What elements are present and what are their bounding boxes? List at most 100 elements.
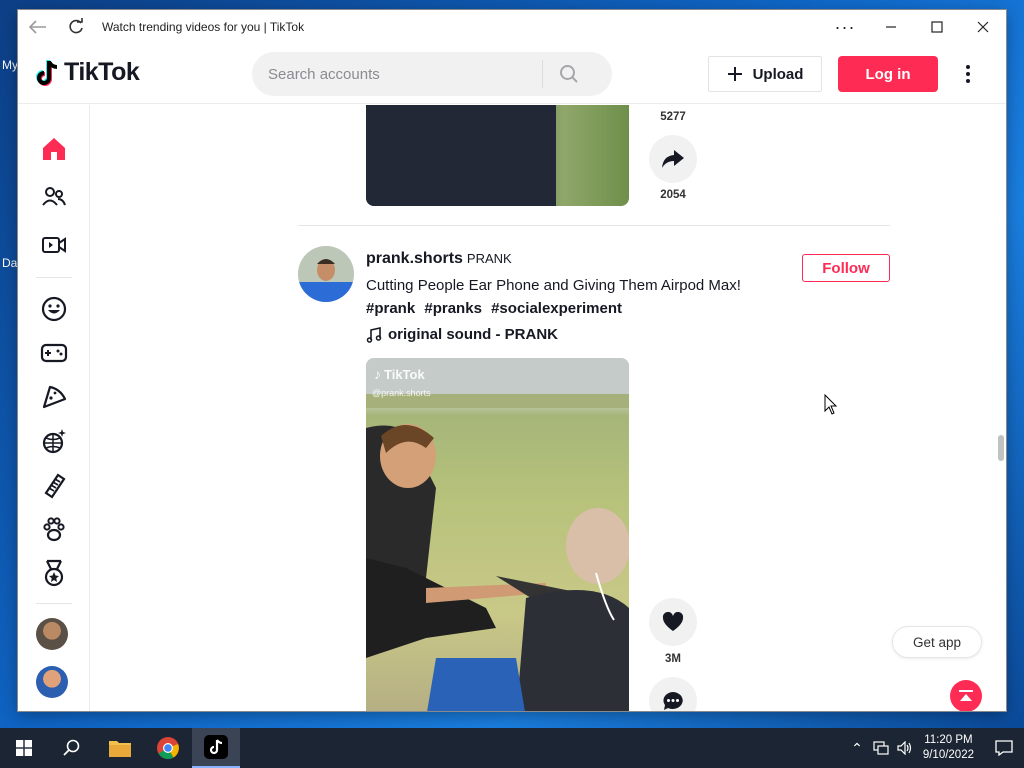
- tiktok-note-icon: [36, 59, 58, 86]
- refresh-icon: [69, 18, 83, 34]
- file-explorer-button[interactable]: [96, 728, 144, 768]
- close-icon: [977, 21, 989, 33]
- video-feed: 5277 2054 prank.shorts PRANK Cutting Peop…: [90, 105, 1006, 711]
- gamepad-icon: [40, 343, 68, 363]
- maximize-button[interactable]: [914, 10, 960, 44]
- tiktok-app-icon: [204, 735, 228, 759]
- maximize-icon: [931, 21, 943, 33]
- music-note-icon: [366, 326, 382, 343]
- volume-icon[interactable]: [897, 741, 913, 755]
- like-button[interactable]: [649, 598, 697, 646]
- share-button[interactable]: [649, 135, 697, 183]
- search-input[interactable]: [252, 65, 542, 83]
- heart-icon: [662, 612, 684, 631]
- author-nickname: PRANK: [466, 251, 512, 266]
- minimize-icon: [886, 26, 896, 28]
- taskbar-search-button[interactable]: [48, 728, 96, 768]
- previous-count: 5277: [660, 111, 686, 123]
- upload-label: Upload: [752, 65, 804, 83]
- author-avatar[interactable]: [298, 246, 354, 302]
- search-button[interactable]: [543, 52, 595, 96]
- sidebar-item-gaming[interactable]: [34, 333, 74, 373]
- scroll-to-top-button[interactable]: [950, 680, 982, 711]
- sidebar-item-animals[interactable]: [34, 509, 74, 549]
- sidebar-item-dance[interactable]: [34, 421, 74, 461]
- comment-button[interactable]: [649, 677, 697, 711]
- video-player[interactable]: ♪ TikTok @prank.shorts: [366, 358, 629, 711]
- sidebar-item-for-you[interactable]: [34, 129, 74, 169]
- scrollbar-thumb[interactable]: [998, 435, 1004, 461]
- desktop-icon-label[interactable]: Da: [2, 256, 17, 270]
- upload-button[interactable]: Upload: [708, 56, 822, 92]
- clock-time: 11:20 PM: [924, 734, 973, 746]
- notifications-button[interactable]: [984, 728, 1024, 768]
- start-button[interactable]: [0, 728, 48, 768]
- hashtag-link[interactable]: #pranks: [424, 300, 482, 317]
- windows-logo-icon: [16, 740, 32, 756]
- back-button[interactable]: [18, 10, 58, 44]
- sidebar-item-food[interactable]: [34, 377, 74, 417]
- medal-icon: [44, 559, 64, 587]
- pizza-icon: [42, 385, 67, 409]
- taskbar-clock[interactable]: 11:20 PM 9/10/2022: [923, 733, 974, 763]
- get-app-button[interactable]: Get app: [892, 626, 982, 658]
- chevron-up-icon[interactable]: ⌃: [851, 740, 863, 757]
- author-username[interactable]: prank.shorts: [366, 250, 463, 267]
- chrome-button[interactable]: [144, 728, 192, 768]
- tiktok-header: TikTok Upload Log in: [18, 44, 1006, 104]
- suggested-account-avatar[interactable]: [36, 618, 68, 650]
- more-options-button[interactable]: ···: [822, 10, 868, 44]
- tiktok-watermark-icon: ♪: [374, 366, 381, 382]
- paw-icon: [43, 517, 65, 542]
- ellipsis-icon: ···: [834, 16, 856, 37]
- sidebar-item-beauty[interactable]: [34, 465, 74, 505]
- folder-icon: [109, 741, 131, 757]
- sidebar-item-live[interactable]: [34, 225, 74, 265]
- browser-window: Watch trending videos for you | TikTok ·…: [18, 10, 1006, 711]
- left-sidebar: [18, 105, 90, 711]
- comment-bubble-icon: [663, 692, 683, 710]
- home-icon: [43, 138, 65, 160]
- sidebar-item-sports[interactable]: [34, 553, 74, 593]
- hashtag-link[interactable]: #socialexperiment: [491, 300, 622, 317]
- watermark-handle: @prank.shorts: [372, 388, 431, 398]
- smile-icon: [41, 296, 67, 322]
- search-bar: [252, 52, 612, 96]
- previous-video-player[interactable]: [366, 105, 629, 206]
- hashtag-link[interactable]: #prank: [366, 300, 415, 317]
- notification-icon: [995, 740, 1013, 756]
- desktop-icon-label[interactable]: My: [2, 58, 18, 72]
- search-icon: [63, 739, 80, 756]
- logo-text: TikTok: [64, 58, 140, 86]
- suggested-account-avatar[interactable]: [36, 666, 68, 698]
- network-icon[interactable]: [873, 741, 889, 755]
- following-icon: [42, 187, 66, 206]
- like-count: 3M: [665, 653, 681, 665]
- avatar-image: [298, 246, 354, 302]
- arrow-up-icon: [959, 690, 973, 701]
- music-link[interactable]: original sound - PRANK: [366, 326, 558, 343]
- tiktok-taskbar-button[interactable]: [192, 728, 240, 768]
- comb-icon: [44, 473, 66, 499]
- post-author[interactable]: prank.shorts PRANK: [366, 250, 512, 268]
- more-menu-button[interactable]: [958, 58, 978, 90]
- share-arrow-icon: [662, 150, 684, 168]
- window-title: Watch trending videos for you | TikTok: [102, 20, 305, 34]
- live-camera-icon: [42, 237, 66, 253]
- login-button[interactable]: Log in: [838, 56, 938, 92]
- refresh-button[interactable]: [58, 10, 94, 44]
- post-divider: [298, 225, 890, 226]
- chrome-icon: [157, 737, 179, 759]
- minimize-button[interactable]: [868, 10, 914, 44]
- follow-button[interactable]: Follow: [802, 254, 890, 282]
- close-button[interactable]: [960, 10, 1006, 44]
- back-arrow-icon: [29, 20, 46, 34]
- post-caption: Cutting People Ear Phone and Giving Them…: [366, 277, 741, 294]
- sidebar-item-following[interactable]: [34, 177, 74, 217]
- system-tray: ⌃ 11:20 PM 9/10/2022: [851, 728, 1024, 768]
- post-hashtags: #prank #pranks #socialexperiment: [366, 300, 627, 317]
- watermark-text: TikTok: [384, 366, 425, 382]
- tiktok-logo[interactable]: TikTok: [36, 58, 140, 87]
- plus-icon: [727, 67, 742, 81]
- sidebar-item-comedy[interactable]: [34, 289, 74, 329]
